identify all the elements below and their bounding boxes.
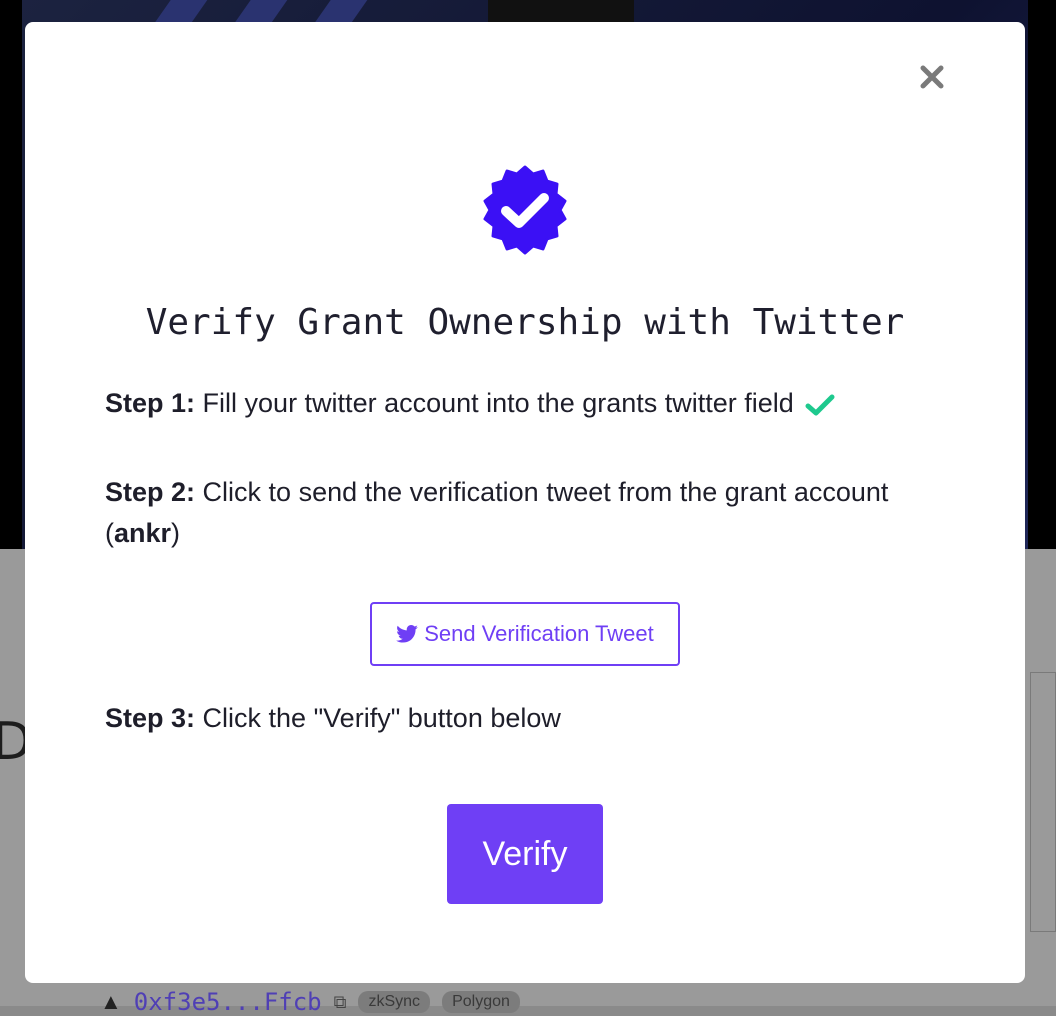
checkmark-icon bbox=[805, 394, 835, 416]
step-2-text: Click to send the verification tweet fro… bbox=[202, 477, 889, 507]
send-verification-tweet-button[interactable]: Send Verification Tweet bbox=[370, 602, 680, 666]
grant-account-name: ankr bbox=[114, 518, 172, 548]
close-button[interactable] bbox=[917, 60, 947, 94]
step-3-text: Click the "Verify" button below bbox=[202, 703, 561, 733]
twitter-icon bbox=[396, 625, 419, 643]
step-1-text: Fill your twitter account into the grant… bbox=[202, 388, 794, 418]
step-2: Step 2: Click to send the verification t… bbox=[105, 472, 955, 554]
hero-edge-left bbox=[0, 0, 22, 549]
verified-badge-icon bbox=[483, 165, 567, 255]
send-verification-tweet-label: Send Verification Tweet bbox=[424, 621, 654, 646]
copy-icon[interactable]: ⧉ bbox=[334, 992, 347, 1013]
verify-modal: Verify Grant Ownership with Twitter Step… bbox=[25, 22, 1025, 983]
ethereum-icon: ▲ bbox=[100, 989, 122, 1014]
wallet-address[interactable]: 0xf3e5...Ffcb bbox=[134, 988, 322, 1016]
chain-tag: zkSync bbox=[358, 991, 431, 1013]
step-1-label: Step 1: bbox=[105, 388, 196, 418]
step-2-label: Step 2: bbox=[105, 477, 196, 507]
side-card bbox=[1030, 672, 1056, 932]
grant-meta-row: ▲ 0xf3e5...Ffcb ⧉ zkSync Polygon bbox=[100, 988, 520, 1016]
step-3: Step 3: Click the "Verify" button below bbox=[105, 698, 955, 739]
close-icon bbox=[920, 65, 944, 89]
step-1: Step 1: Fill your twitter account into t… bbox=[105, 383, 955, 424]
modal-title: Verify Grant Ownership with Twitter bbox=[145, 302, 905, 343]
step-2-paren-open: ( bbox=[105, 518, 114, 548]
chain-tag: Polygon bbox=[442, 991, 520, 1013]
step-3-label: Step 3: bbox=[105, 703, 196, 733]
hero-edge-right bbox=[1028, 0, 1056, 549]
verify-button[interactable]: Verify bbox=[447, 804, 603, 904]
step-2-paren-close: ) bbox=[171, 518, 181, 548]
